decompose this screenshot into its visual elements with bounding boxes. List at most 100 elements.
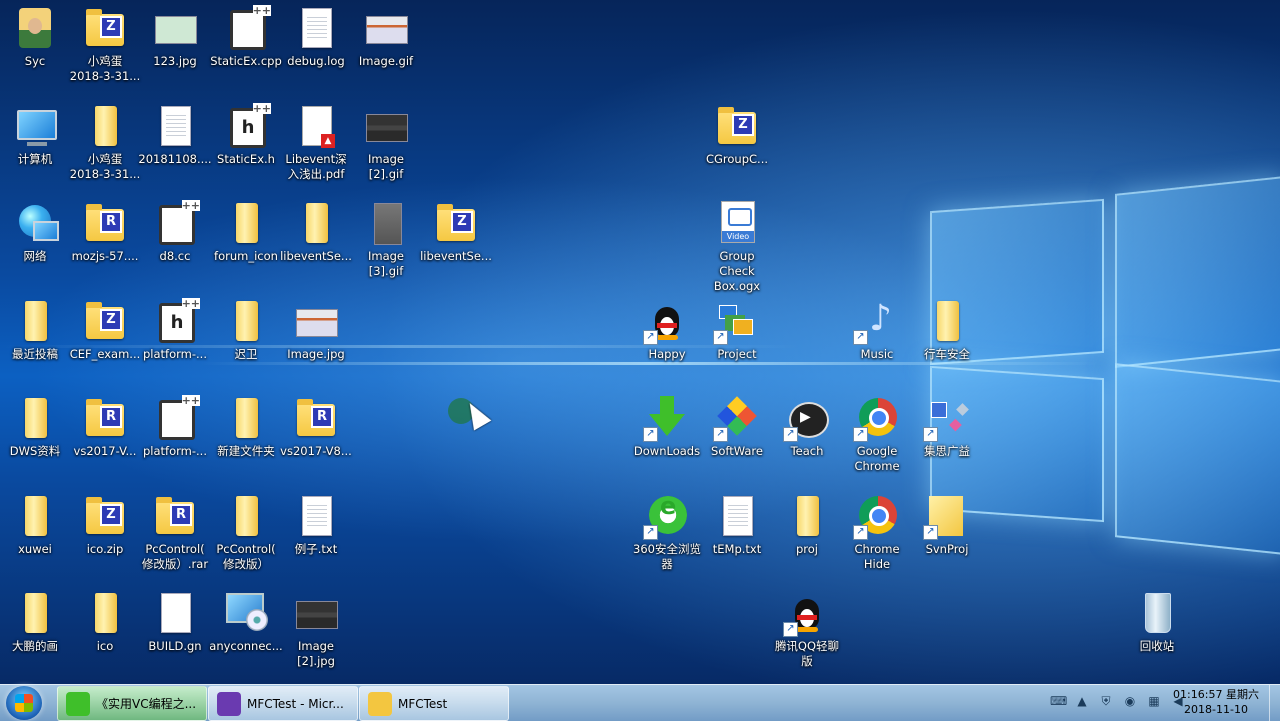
software-icon: ↗ <box>713 396 759 442</box>
chrome-icon: ↗ <box>853 494 899 540</box>
shield-icon[interactable]: ⛨ <box>1098 693 1114 709</box>
taskbar-button[interactable]: MFCTest <box>359 686 509 721</box>
desktop-icon[interactable]: 迟卫 <box>211 299 281 362</box>
desktop-icon-label: StaticEx.cpp <box>210 54 282 68</box>
folder-icon <box>83 591 127 635</box>
desktop-icon[interactable]: Rmozjs-57.... <box>70 201 140 264</box>
desktop-icon-label: 20181108.... <box>138 152 212 166</box>
desktop-icon-label: libeventSe... <box>420 249 492 263</box>
desktop-icon[interactable]: 新建文件夹 <box>211 396 281 459</box>
desktop-icon[interactable]: Image.jpg <box>281 299 351 362</box>
desktop-icon-label: 360安全浏览 器 <box>633 542 701 571</box>
document-icon <box>715 494 759 538</box>
desktop-icon-label: Libevent深 入浅出.pdf <box>285 152 347 181</box>
user-folder-icon <box>13 6 57 50</box>
chevron-up-icon[interactable]: ▲ <box>1074 693 1090 709</box>
desktop-icon[interactable]: Z 小鸡蛋 2018-3-31... <box>70 6 140 84</box>
desktop-icon[interactable]: forum_icon <box>211 201 281 264</box>
taskbar-button[interactable]: MFCTest - Micr... <box>208 686 358 721</box>
desktop-icon[interactable]: Image [2].jpg <box>281 591 351 669</box>
image-icon <box>364 201 408 245</box>
folder-icon <box>13 396 57 440</box>
desktop-icon-label: BUILD.gn <box>148 639 202 653</box>
desktop-icon[interactable]: Image [3].gif <box>351 201 421 279</box>
desktop-icon[interactable]: PcControl( 修改版） <box>211 494 281 572</box>
desktop-icon[interactable]: Syc <box>0 6 70 69</box>
desktop-icon[interactable]: xuwei <box>0 494 70 557</box>
desktop-icon[interactable]: debug.log <box>281 6 351 69</box>
desktop-icon[interactable]: ++ h StaticEx.h <box>211 103 281 167</box>
desktop[interactable]: Syc Z 小鸡蛋 2018-3-31... 123.jpg ++ StaticEx.cp… <box>0 0 1280 684</box>
show-desktop-button[interactable] <box>1269 685 1280 721</box>
desktop-icon[interactable]: Libevent深 入浅出.pdf <box>281 104 351 182</box>
desktop-icon[interactable]: ↗ 360安全浏览 器 <box>632 494 702 572</box>
wallpaper-beam <box>200 362 1100 365</box>
desktop-icon[interactable]: ↗ Google Chrome <box>842 396 912 474</box>
desktop-icon[interactable]: ++ d8.cc <box>140 200 210 264</box>
desktop-icon[interactable]: ↗ 腾讯QQ轻聊 版 <box>772 591 842 669</box>
desktop-icon[interactable]: 网络 <box>0 201 70 264</box>
folder-icon <box>83 104 127 148</box>
taskbar-button-label: 《实用VC编程之... <box>96 697 197 711</box>
desktop-icon[interactable]: ↗ SvnProj <box>912 492 982 557</box>
desktop-icon[interactable]: ↗ Project <box>702 299 772 362</box>
desktop-icon[interactable]: DWS资料 <box>0 396 70 459</box>
desktop-icon[interactable]: 123.jpg <box>140 6 210 69</box>
desktop-icon-label: DownLoads <box>633 444 701 458</box>
folder-icon: Z <box>434 201 478 245</box>
desktop-icon[interactable]: ZlibeventSe... <box>420 201 492 264</box>
desktop-icon[interactable]: ↗ SoftWare <box>702 396 772 459</box>
antivirus-icon[interactable]: ◉ <box>1122 693 1138 709</box>
desktop-icon[interactable]: ↗ DownLoads <box>632 396 702 459</box>
desktop-icon[interactable]: 最近投稿 <box>0 299 70 362</box>
desktop-icon[interactable]: ♪ ↗ Music <box>842 299 912 362</box>
desktop-icon[interactable]: Image.gif <box>351 6 421 69</box>
desktop-icon[interactable]: 小鸡蛋 2018-3-31... <box>70 104 140 182</box>
desktop-icon[interactable]: 大鹏的画 <box>0 591 70 654</box>
desktop-icon-label: 腾讯QQ轻聊 版 <box>774 639 840 668</box>
desktop-icon-label: debug.log <box>287 54 345 68</box>
network-icon[interactable]: ▦ <box>1146 693 1162 709</box>
desktop-icon[interactable]: Image [2].gif <box>351 104 421 182</box>
desktop-icon[interactable]: ++ h platform-... <box>140 298 210 362</box>
desktop-icon[interactable]: Group Check Box.ogx <box>702 201 772 294</box>
desktop-icon[interactable]: ++ platform-... <box>140 395 210 459</box>
desktop-icon-label: ico <box>96 639 114 653</box>
desktop-icon-label: Teach <box>790 444 824 458</box>
code-file-icon: ++ <box>224 5 271 50</box>
desktop-icon[interactable]: 例子.txt <box>281 494 351 557</box>
desktop-icon-label: Project <box>717 347 757 361</box>
desktop-icon[interactable]: ico <box>70 591 140 654</box>
folder-icon: Z <box>715 104 759 148</box>
desktop-icon[interactable]: 20181108.... <box>138 104 212 167</box>
clock[interactable]: 01:16:57 星期六 2018-11-10 <box>1168 687 1264 717</box>
wallpaper-pane <box>1115 363 1280 555</box>
desktop-icon[interactable]: Z CGroupC... <box>702 104 772 167</box>
desktop-icon[interactable]: ↗ 集思广益 <box>912 396 982 459</box>
wallpaper-pane <box>1115 176 1280 368</box>
desktop-icon[interactable]: ↗ Teach <box>772 396 842 459</box>
desktop-icon[interactable]: proj <box>772 494 842 557</box>
taskbar-app-icon <box>368 691 392 716</box>
desktop-icon[interactable]: R PcControl( 修改版）.rar <box>140 494 210 572</box>
keyboard-icon[interactable]: ⌨ <box>1050 693 1067 709</box>
taskbar-button[interactable]: 《实用VC编程之... <box>57 686 207 721</box>
desktop-icon[interactable]: 回收站 <box>1122 591 1192 654</box>
desktop-icon[interactable]: tEMp.txt <box>702 494 772 557</box>
image-icon <box>294 591 338 635</box>
desktop-icon[interactable]: anyconnec... <box>209 591 283 654</box>
desktop-icon[interactable]: Zico.zip <box>70 494 140 557</box>
desktop-icon[interactable]: BUILD.gn <box>140 591 210 654</box>
qq-penguin-icon: ↗ <box>783 591 829 637</box>
desktop-icon[interactable]: ++ StaticEx.cpp <box>210 5 282 69</box>
desktop-icon[interactable]: ↗ Chrome Hide <box>842 494 912 572</box>
start-button[interactable] <box>6 686 42 720</box>
desktop-icon[interactable]: 行车安全 <box>912 299 982 362</box>
desktop-icon[interactable]: Z CEF_exam... <box>70 299 140 362</box>
desktop-icon-label: tEMp.txt <box>712 542 762 556</box>
desktop-icon[interactable]: Rvs2017-V8... <box>280 396 352 459</box>
desktop-icon[interactable]: libeventSe... <box>280 201 352 264</box>
desktop-icon[interactable]: ↗ Happy <box>632 299 702 362</box>
desktop-icon[interactable]: Rvs2017-V... <box>70 396 140 459</box>
desktop-icon[interactable]: 计算机 <box>0 104 70 167</box>
